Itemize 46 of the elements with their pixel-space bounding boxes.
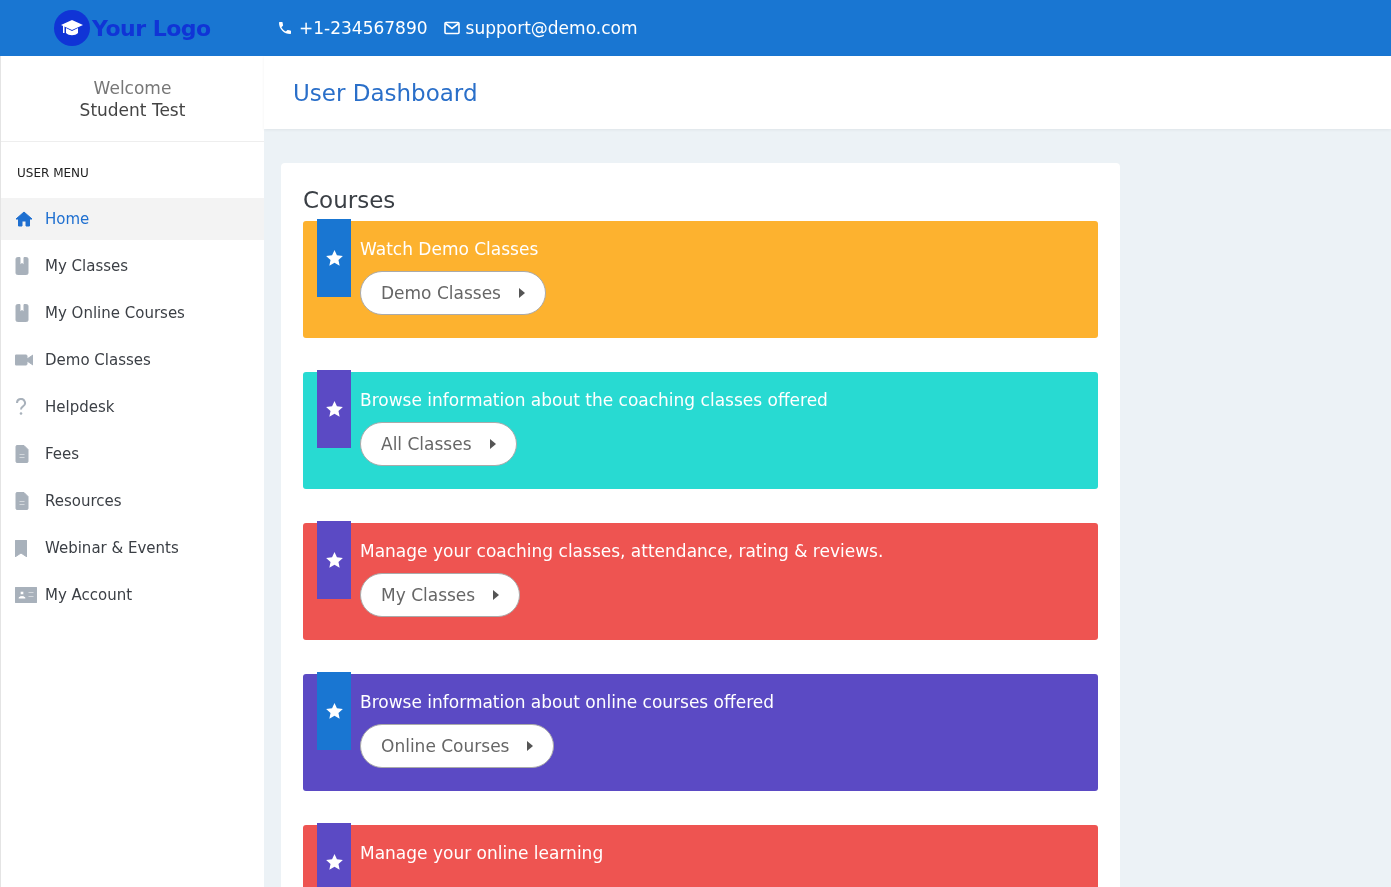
- star-icon: [325, 552, 343, 568]
- document-icon: [15, 445, 29, 463]
- caret-icon: [489, 439, 496, 449]
- video-camera-icon: [15, 354, 33, 366]
- caret-icon: [518, 288, 525, 298]
- caret-icon: [493, 590, 500, 600]
- section-title: Courses: [303, 187, 397, 213]
- document-icon: [15, 492, 29, 510]
- card-button[interactable]: Online Courses: [360, 724, 555, 768]
- sidebar-item[interactable]: My Online Courses: [1, 292, 264, 334]
- bookmark-icon: [15, 539, 27, 557]
- star-icon: [325, 401, 343, 417]
- question-mark-icon: [15, 398, 27, 416]
- caret-icon: [527, 741, 534, 751]
- card-text: Manage your online learning: [360, 843, 604, 863]
- star-icon: [325, 703, 343, 719]
- sidebar-item[interactable]: Resources: [1, 480, 264, 522]
- card-text: Watch Demo Classes: [360, 239, 540, 259]
- sidebar-item[interactable]: My Classes: [1, 245, 264, 287]
- phone-icon: [277, 20, 293, 36]
- email-address[interactable]: support@demo.com: [465, 18, 638, 38]
- sidebar-item[interactable]: My Account: [1, 574, 264, 616]
- card-button[interactable]: My Classes: [360, 573, 521, 617]
- phone-number[interactable]: +1-234567890: [299, 18, 428, 38]
- sidebar-item[interactable]: Home: [1, 198, 264, 240]
- user-name: Student Test: [79, 99, 186, 120]
- star-icon: [325, 854, 343, 870]
- page-title: User Dashboard: [293, 79, 478, 106]
- book-icon: [15, 304, 29, 322]
- sidebar-item[interactable]: Demo Classes: [1, 339, 264, 381]
- sidebar-item[interactable]: Helpdesk: [1, 386, 264, 428]
- card-button[interactable]: Demo Classes: [360, 271, 546, 315]
- card-text: Browse information about the coaching classes offered: [360, 390, 828, 410]
- envelope-icon: [443, 21, 460, 35]
- id-card-icon: [15, 587, 37, 603]
- menu-heading: USER MENU: [16, 165, 90, 182]
- book-icon: [15, 257, 29, 275]
- welcome-text: Welcome: [93, 77, 172, 98]
- card-button[interactable]: All Classes: [360, 422, 517, 466]
- card-text: Browse information about online courses offered: [360, 692, 775, 712]
- sidebar-item[interactable]: Fees: [1, 433, 264, 475]
- sidebar-item[interactable]: Webinar & Events: [1, 527, 264, 569]
- card-text: Manage your coaching classes, attendance, rating & reviews.: [360, 541, 884, 561]
- star-icon: [325, 250, 343, 266]
- graduation-cap-logo-icon: [54, 10, 90, 46]
- home-icon: [15, 211, 33, 227]
